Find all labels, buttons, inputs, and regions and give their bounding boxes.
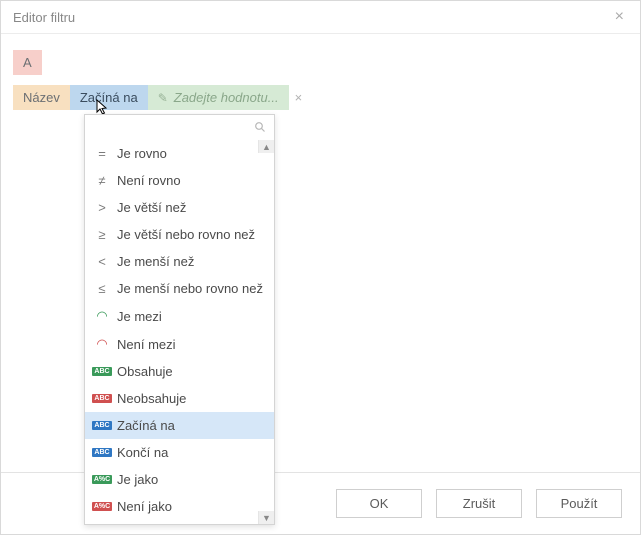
- group-token[interactable]: A: [13, 50, 42, 75]
- operator-option-icon: ◠: [95, 308, 109, 324]
- operator-option-like[interactable]: A%C Je jako: [85, 466, 274, 493]
- search-icon: [254, 121, 266, 136]
- operator-option-eq[interactable]: = Je rovno: [85, 140, 274, 167]
- operator-option-icon: ≤: [95, 281, 109, 296]
- operator-option-notlike[interactable]: A%C Není jako: [85, 493, 274, 520]
- operator-option-lte[interactable]: ≤ Je menší nebo rovno než: [85, 275, 274, 302]
- condition-row: Název Začíná na ✎ Zadejte hodnotu... ×: [13, 85, 628, 110]
- operator-option-gt[interactable]: > Je větší než: [85, 194, 274, 221]
- close-icon[interactable]: ×: [611, 9, 628, 25]
- operator-option-label: Je rovno: [117, 146, 167, 161]
- operator-option-icon: ABC: [95, 421, 109, 430]
- operator-option-label: Je menší nebo rovno než: [117, 281, 263, 296]
- operator-option-label: Není mezi: [117, 337, 176, 352]
- operator-option-gte[interactable]: ≥ Je větší nebo rovno než: [85, 221, 274, 248]
- operator-option-notbetween[interactable]: ◠ Není mezi: [85, 330, 274, 358]
- operator-option-label: Končí na: [117, 445, 168, 460]
- dialog-body: A Název Začíná na ✎ Zadejte hodnotu... ×: [1, 34, 640, 472]
- operator-option-icon: ABC: [95, 367, 109, 376]
- operator-option-icon: =: [95, 146, 109, 161]
- operator-option-label: Obsahuje: [117, 364, 173, 379]
- operator-dropdown: ▲ = Je rovno ≠ Není rovno > Je větší než ≥ Je v…: [84, 114, 275, 525]
- operator-option-icon: <: [95, 254, 109, 269]
- operator-token[interactable]: Začíná na: [70, 85, 148, 110]
- operator-option-icon: A%C: [95, 502, 109, 511]
- operator-option-icon: ≥: [95, 227, 109, 242]
- operator-option-icon: A%C: [95, 475, 109, 484]
- scroll-up-icon[interactable]: ▲: [258, 140, 274, 153]
- operator-option-label: Neobsahuje: [117, 391, 186, 406]
- operator-option-icon: ABC: [95, 448, 109, 457]
- operator-option-icon: >: [95, 200, 109, 215]
- value-placeholder: Zadejte hodnotu...: [174, 90, 279, 105]
- operator-option-label: Je jako: [117, 472, 158, 487]
- operator-option-icon: ≠: [95, 173, 109, 188]
- operator-option-ends[interactable]: ABC Končí na: [85, 439, 274, 466]
- operator-option-label: Není jako: [117, 499, 172, 514]
- remove-condition-icon[interactable]: ×: [289, 85, 309, 110]
- operator-option-icon: ◠: [95, 336, 109, 352]
- operator-option-begins[interactable]: ABC Začíná na: [85, 412, 274, 439]
- operator-label: Začíná na: [80, 90, 138, 105]
- operator-option-label: Je větší nebo rovno než: [117, 227, 255, 242]
- operator-option-label: Je mezi: [117, 309, 162, 324]
- operator-option-label: Je menší než: [117, 254, 194, 269]
- operator-option-notcontains[interactable]: ABC Neobsahuje: [85, 385, 274, 412]
- operator-list[interactable]: ▲ = Je rovno ≠ Není rovno > Je větší než ≥ Je v…: [85, 140, 274, 524]
- operator-option-neq[interactable]: ≠ Není rovno: [85, 167, 274, 194]
- dropdown-search[interactable]: [85, 115, 274, 140]
- operator-option-label: Je větší než: [117, 200, 186, 215]
- filter-editor-dialog: Editor filtru × A Název Začíná na ✎ Zade…: [0, 0, 641, 535]
- operator-option-anyof[interactable]: Je jakýkoli z: [85, 520, 274, 524]
- operator-option-between[interactable]: ◠ Je mezi: [85, 302, 274, 330]
- dialog-header: Editor filtru ×: [1, 1, 640, 34]
- operator-option-label: Není rovno: [117, 173, 181, 188]
- dialog-title: Editor filtru: [13, 10, 75, 25]
- operator-option-lt[interactable]: < Je menší než: [85, 248, 274, 275]
- group-row: A: [13, 50, 628, 75]
- value-token[interactable]: ✎ Zadejte hodnotu...: [148, 85, 289, 110]
- operator-option-icon: ABC: [95, 394, 109, 403]
- scroll-down-icon[interactable]: ▼: [258, 511, 274, 524]
- operator-option-contains[interactable]: ABC Obsahuje: [85, 358, 274, 385]
- ok-button[interactable]: OK: [336, 489, 422, 518]
- operator-option-label: Začíná na: [117, 418, 175, 433]
- cancel-button[interactable]: Zrušit: [436, 489, 522, 518]
- field-token[interactable]: Název: [13, 85, 70, 110]
- pencil-icon: ✎: [158, 91, 168, 105]
- apply-button[interactable]: Použít: [536, 489, 622, 518]
